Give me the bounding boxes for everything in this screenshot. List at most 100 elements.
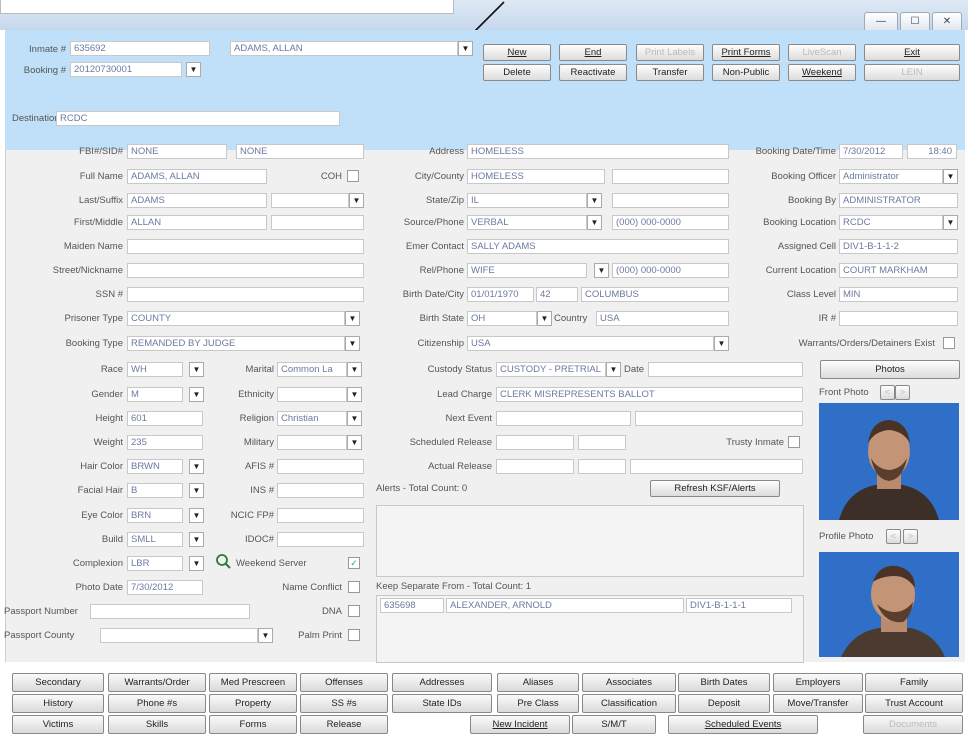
ethnicity-dropdown[interactable]: ▼ (347, 387, 362, 402)
class-level-field[interactable]: MIN (839, 287, 958, 302)
first-name-field[interactable]: ALLAN (127, 215, 267, 230)
exit-button[interactable]: Exit (864, 44, 960, 61)
passport-number-field[interactable] (90, 604, 250, 619)
live-scan-button[interactable]: LiveScan (788, 44, 856, 61)
keep-id-cell[interactable]: 635698 (380, 598, 444, 613)
tab-trust-account-button[interactable]: Trust Account (865, 694, 963, 713)
front-photo-prev-button[interactable]: < (880, 385, 895, 400)
suffix-field[interactable] (271, 193, 349, 208)
birth-state-field[interactable]: OH (467, 311, 537, 326)
booking-officer-dropdown[interactable]: ▼ (943, 169, 958, 184)
hair-color-dropdown[interactable]: ▼ (189, 459, 204, 474)
profile-photo-next-button[interactable]: > (903, 529, 918, 544)
tab-addresses-button[interactable]: Addresses (392, 673, 492, 692)
lead-charge-field[interactable]: CLERK MISREPRESENTS BALLOT (496, 387, 803, 402)
tab-state-ids-button[interactable]: State IDs (392, 694, 492, 713)
tab-new-incident-button[interactable]: New Incident (470, 715, 570, 734)
military-dropdown[interactable]: ▼ (347, 435, 362, 450)
tab-warrants-order-button[interactable]: Warrants/Order (108, 673, 206, 692)
last-name-field[interactable]: ADAMS (127, 193, 267, 208)
zip-field[interactable] (612, 193, 729, 208)
ethnicity-field[interactable] (277, 387, 347, 402)
coh-checkbox[interactable] (347, 170, 359, 182)
tab-skills-button[interactable]: Skills (108, 715, 206, 734)
fullname-field[interactable]: ADAMS, ALLAN (127, 169, 267, 184)
scheduled-release-time-field[interactable] (578, 435, 626, 450)
next-event-date-field[interactable] (496, 411, 631, 426)
race-dropdown[interactable]: ▼ (189, 362, 204, 377)
destination-field[interactable]: RCDC (56, 111, 340, 126)
photos-button[interactable]: Photos (820, 360, 960, 379)
front-photo-next-button[interactable]: > (895, 385, 910, 400)
tab-s-m-t-button[interactable]: S/M/T (572, 715, 656, 734)
marital-dropdown[interactable]: ▼ (347, 362, 362, 377)
profile-photo-prev-button[interactable]: < (886, 529, 901, 544)
keep-name-cell[interactable]: ALEXANDER, ARNOLD (446, 598, 684, 613)
lein-button[interactable]: LEIN (864, 64, 960, 81)
current-location-field[interactable]: COURT MARKHAM (839, 263, 958, 278)
warrants-exist-checkbox[interactable] (943, 337, 955, 349)
booking-dropdown[interactable]: ▼ (186, 62, 201, 77)
next-event-field[interactable] (635, 411, 803, 426)
birth-city-field[interactable]: COLUMBUS (581, 287, 729, 302)
keep-cell-cell[interactable]: DIV1-B-1-1-1 (686, 598, 792, 613)
gender-dropdown[interactable]: ▼ (189, 387, 204, 402)
passport-country-dropdown[interactable]: ▼ (258, 628, 273, 643)
custody-status-dropdown[interactable]: ▼ (606, 362, 621, 377)
maiden-field[interactable] (127, 239, 364, 254)
tab-birth-dates-button[interactable]: Birth Dates (678, 673, 770, 692)
minimize-button[interactable]: — (864, 12, 898, 32)
country-field[interactable]: USA (596, 311, 729, 326)
relation-field[interactable]: WIFE (467, 263, 587, 278)
sid-field[interactable]: NONE (236, 144, 364, 159)
tab-documents-button[interactable]: Documents (863, 715, 963, 734)
tab-aliases-button[interactable]: Aliases (497, 673, 579, 692)
booking-type-field[interactable]: REMANDED BY JUDGE (127, 336, 345, 351)
ins-field[interactable] (277, 483, 364, 498)
afis-field[interactable] (277, 459, 364, 474)
inmate-number-field[interactable]: 635692 (70, 41, 210, 56)
booking-type-dropdown[interactable]: ▼ (345, 336, 360, 351)
new-button[interactable]: New (483, 44, 551, 61)
tab-forms-button[interactable]: Forms (209, 715, 297, 734)
weight-field[interactable]: 235 (127, 435, 203, 450)
facial-hair-dropdown[interactable]: ▼ (189, 483, 204, 498)
assigned-cell-field[interactable]: DIV1-B-1-1-2 (839, 239, 958, 254)
scheduled-release-field[interactable] (496, 435, 574, 450)
eye-color-dropdown[interactable]: ▼ (189, 508, 204, 523)
complexion-dropdown[interactable]: ▼ (189, 556, 204, 571)
weekend-button[interactable]: Weekend (788, 64, 856, 81)
citizenship-dropdown[interactable]: ▼ (714, 336, 729, 351)
tab-pre-class-button[interactable]: Pre Class (497, 694, 579, 713)
source-dropdown[interactable]: ▼ (587, 215, 602, 230)
tab-med-prescreen-button[interactable]: Med Prescreen (209, 673, 297, 692)
religion-dropdown[interactable]: ▼ (347, 411, 362, 426)
tab-scheduled-events-button[interactable]: Scheduled Events (668, 715, 818, 734)
race-field[interactable]: WH (127, 362, 183, 377)
prisoner-type-field[interactable]: COUNTY (127, 311, 345, 326)
tab-phone-s-button[interactable]: Phone #s (108, 694, 206, 713)
city-field[interactable]: HOMELESS (467, 169, 605, 184)
age-field[interactable]: 42 (536, 287, 578, 302)
complexion-field[interactable]: LBR (127, 556, 183, 571)
tab-offenses-button[interactable]: Offenses (300, 673, 388, 692)
booking-number-field[interactable]: 20120730001 (70, 62, 182, 77)
passport-country-field[interactable] (100, 628, 258, 643)
eye-color-field[interactable]: BRN (127, 508, 183, 523)
end-button[interactable]: End (559, 44, 627, 61)
dna-checkbox[interactable] (348, 605, 360, 617)
state-field[interactable]: IL (467, 193, 587, 208)
booking-time-field[interactable]: 18:40 (907, 144, 957, 159)
transfer-button[interactable]: Transfer (636, 64, 704, 81)
booking-officer-field[interactable]: Administrator (839, 169, 943, 184)
tab-release-button[interactable]: Release (300, 715, 388, 734)
rel-phone-field[interactable]: (000) 000-0000 (612, 263, 729, 278)
tab-history-button[interactable]: History (12, 694, 104, 713)
custody-date-field[interactable] (648, 362, 803, 377)
trusty-inmate-checkbox[interactable] (788, 436, 800, 448)
print-labels-button[interactable]: Print Labels (636, 44, 704, 61)
inmate-name-dropdown[interactable]: ▼ (458, 41, 473, 56)
tab-deposit-button[interactable]: Deposit (678, 694, 770, 713)
address-field[interactable]: HOMELESS (467, 144, 729, 159)
build-dropdown[interactable]: ▼ (189, 532, 204, 547)
